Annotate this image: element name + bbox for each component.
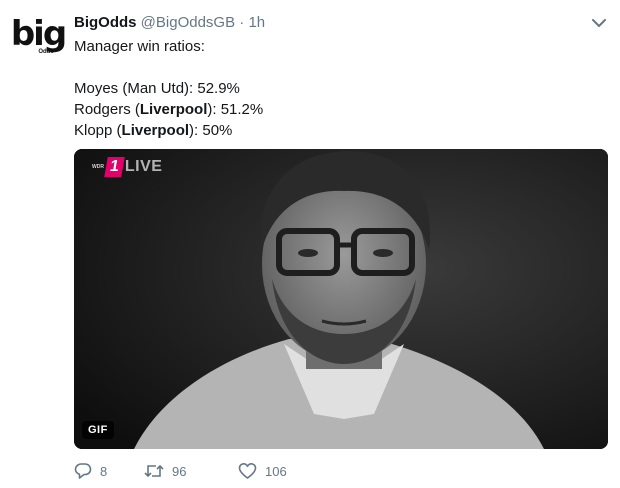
channel-logo: WDR 1 LIVE [92,157,163,177]
gif-media[interactable]: WDR 1 LIVE GIF [74,149,608,449]
display-name[interactable]: BigOdds [74,14,137,31]
gif-badge: GIF [82,421,114,439]
logo-subtext: Odds [38,49,54,55]
tweet-header: BigOdds @BigOddsGB · 1h [74,14,265,32]
tweet-line: Klopp (Liverpool): 50% [74,122,233,139]
reply-icon [74,463,92,479]
reply-count: 8 [100,463,108,479]
retweet-button[interactable]: 96 [144,462,238,480]
reply-button[interactable]: 8 [74,462,144,480]
like-button[interactable]: 106 [238,462,287,480]
logo-text: big [10,14,67,54]
chevron-down-icon[interactable] [590,14,608,32]
timestamp[interactable]: 1h [248,14,265,31]
user-handle[interactable]: @BigOddsGB [141,14,235,31]
like-count: 106 [265,463,287,479]
retweet-icon [144,464,164,478]
heart-icon [238,463,257,479]
retweet-count: 96 [172,463,187,479]
avatar[interactable]: big Odds [10,14,67,60]
tweet-actions: 8 96 106 [74,462,287,480]
tweet-line: Moyes (Man Utd): 52.9% [74,80,240,97]
tweet-text: Manager win ratios: Moyes (Man Utd): 52.… [74,36,263,141]
tweet-intro: Manager win ratios: [74,38,205,55]
media-image [74,149,608,449]
tweet-line: Rodgers (Liverpool): 51.2% [74,101,264,118]
tweet: big Odds BigOdds @BigOddsGB · 1h Manager… [0,0,620,488]
separator: · [239,14,245,31]
